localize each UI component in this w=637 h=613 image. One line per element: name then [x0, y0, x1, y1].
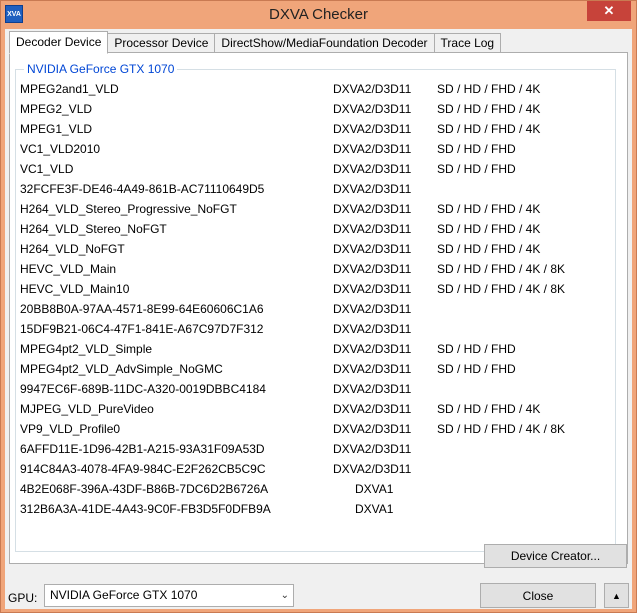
gpu-select-value: NVIDIA GeForce GTX 1070: [50, 588, 198, 602]
decoder-resolutions: SD / HD / FHD / 4K / 8K: [437, 282, 566, 296]
decoder-api: DXVA2/D3D11: [333, 342, 412, 356]
gpu-select[interactable]: NVIDIA GeForce GTX 1070 ⌄: [44, 584, 294, 607]
tab-processor-device[interactable]: Processor Device: [107, 33, 216, 53]
decoder-api: DXVA2/D3D11: [333, 302, 412, 316]
decoder-api: DXVA2/D3D11: [333, 102, 412, 116]
decoder-resolutions: SD / HD / FHD / 4K: [437, 202, 541, 216]
decoder-name: H264_VLD_NoFGT: [20, 242, 125, 256]
tab-strip: Decoder Device Processor Device DirectSh…: [9, 31, 502, 54]
decoder-device-panel: NVIDIA GeForce GTX 1070 MPEG2and1_VLD DXV…: [9, 52, 628, 564]
decoder-name: MPEG2and1_VLD: [20, 82, 119, 96]
decoder-api: DXVA2/D3D11: [333, 122, 412, 136]
decoder-resolutions: SD / HD / FHD / 4K: [437, 82, 541, 96]
gpu-label: GPU:: [8, 591, 38, 605]
arrow-up-icon: ▲: [612, 590, 621, 601]
window-title: DXVA Checker: [269, 6, 368, 23]
decoder-name: MPEG1_VLD: [20, 122, 93, 136]
decoder-api: DXVA2/D3D11: [333, 322, 412, 336]
decoder-api: DXVA2/D3D11: [333, 442, 412, 456]
decoder-api: DXVA2/D3D11: [333, 222, 412, 236]
decoder-api: DXVA2/D3D11: [333, 162, 412, 176]
decoder-resolutions: SD / HD / FHD: [437, 362, 516, 376]
decoder-name: 312B6A3A-41DE-4A43-9C0F-FB3D5F0DFB9A: [20, 502, 271, 516]
decoder-resolutions: SD / HD / FHD / 4K: [437, 222, 541, 236]
decoder-name: 914C84A3-4078-4FA9-984C-E2F262CB5C9C: [20, 462, 266, 476]
decoder-resolutions: SD / HD / FHD / 4K: [437, 102, 541, 116]
decoder-api: DXVA2/D3D11: [333, 382, 412, 396]
tab-trace-log[interactable]: Trace Log: [433, 33, 502, 53]
decoder-name: MJPEG_VLD_PureVideo: [20, 402, 154, 416]
decoder-name: 4B2E068F-396A-43DF-B86B-7DC6D2B6726A: [20, 482, 269, 496]
bottom-bar: GPU: NVIDIA GeForce GTX 1070 ⌄ Close ▲: [5, 577, 632, 609]
decoder-api: DXVA2/D3D11: [333, 462, 412, 476]
decoder-resolutions: SD / HD / FHD: [437, 142, 516, 156]
decoder-name: H264_VLD_Stereo_NoFGT: [20, 222, 167, 236]
decoder-resolutions: SD / HD / FHD / 4K: [437, 242, 541, 256]
decoder-resolutions: SD / HD / FHD / 4K / 8K: [437, 422, 566, 436]
decoder-api: DXVA2/D3D11: [333, 142, 412, 156]
decoder-name: 9947EC6F-689B-11DC-A320-0019DBBC4184: [20, 382, 266, 396]
decoder-resolutions: SD / HD / FHD: [437, 342, 516, 356]
decoder-resolutions: SD / HD / FHD: [437, 162, 516, 176]
decoder-name: 20BB8B0A-97AA-4571-8E99-64E60606C1A6: [20, 302, 264, 316]
close-button[interactable]: Close: [480, 583, 596, 608]
decoder-name: MPEG2_VLD: [20, 102, 93, 116]
decoder-name: VC1_VLD2010: [20, 142, 101, 156]
decoder-name: HEVC_VLD_Main: [20, 262, 117, 276]
decoder-name: 15DF9B21-06C4-47F1-841E-A67C97D7F312: [20, 322, 264, 336]
tab-directshow-mediafoundation-decoder[interactable]: DirectShow/MediaFoundation Decoder: [214, 33, 435, 53]
decoder-resolutions: SD / HD / FHD / 4K: [437, 122, 541, 136]
decoder-api: DXVA2/D3D11: [333, 82, 412, 96]
decoder-api: DXVA1: [355, 482, 394, 496]
client-area: Decoder Device Processor Device DirectSh…: [5, 29, 632, 609]
decoder-name: 6AFFD11E-1D96-42B1-A215-93A31F09A53D: [20, 442, 265, 456]
device-creator-button[interactable]: Device Creator...: [484, 544, 627, 568]
decoder-api: DXVA2/D3D11: [333, 182, 412, 196]
tab-decoder-device[interactable]: Decoder Device: [9, 31, 109, 54]
app-window: XVA DXVA Checker ✕ Decoder Device Proces…: [0, 0, 637, 613]
up-arrow-button[interactable]: ▲: [604, 583, 629, 608]
decoder-name: MPEG4pt2_VLD_Simple: [20, 342, 153, 356]
title-bar[interactable]: XVA DXVA Checker ✕: [1, 1, 636, 29]
decoder-api: DXVA2/D3D11: [333, 282, 412, 296]
gpu-groupbox: NVIDIA GeForce GTX 1070 MPEG2and1_VLD DXV…: [15, 62, 616, 552]
decoder-name: VC1_VLD: [20, 162, 74, 176]
decoder-api: DXVA1: [355, 502, 394, 516]
decoder-name: H264_VLD_Stereo_Progressive_NoFGT: [20, 202, 237, 216]
decoder-name: MPEG4pt2_VLD_AdvSimple_NoGMC: [20, 362, 223, 376]
decoder-name: VP9_VLD_Profile0: [20, 422, 121, 436]
window-close-button[interactable]: ✕: [587, 1, 631, 21]
decoder-api: DXVA2/D3D11: [333, 422, 412, 436]
decoder-api: DXVA2/D3D11: [333, 362, 412, 376]
decoder-api: DXVA2/D3D11: [333, 242, 412, 256]
groupbox-label: NVIDIA GeForce GTX 1070: [24, 62, 178, 76]
decoder-name: 32FCFE3F-DE46-4A49-861B-AC71110649D5: [20, 182, 265, 196]
decoder-api: DXVA2/D3D11: [333, 402, 412, 416]
decoder-resolutions: SD / HD / FHD / 4K: [437, 402, 541, 416]
decoder-resolutions: SD / HD / FHD / 4K / 8K: [437, 262, 566, 276]
decoder-name: HEVC_VLD_Main10: [20, 282, 130, 296]
decoder-api: DXVA2/D3D11: [333, 262, 412, 276]
decoder-api: DXVA2/D3D11: [333, 202, 412, 216]
chevron-down-icon: ⌄: [280, 590, 289, 601]
